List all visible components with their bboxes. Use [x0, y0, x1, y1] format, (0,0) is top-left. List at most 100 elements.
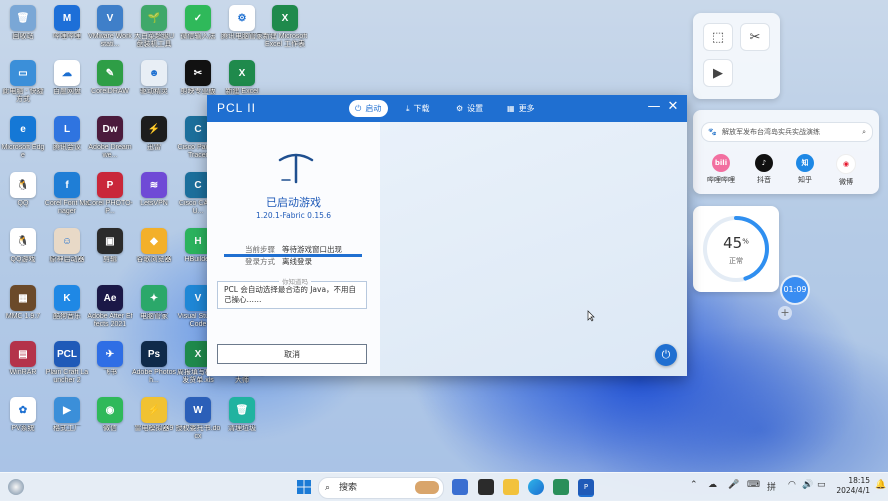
crop-icon[interactable]: ⬚	[703, 23, 733, 51]
desktop-icon[interactable]: ✓ 微信输入法	[175, 3, 221, 57]
battery-icon[interactable]: ▭	[817, 480, 826, 490]
desktop-icon[interactable]: ☺ 原神启动器	[44, 226, 90, 280]
file-explorer-icon[interactable]	[503, 479, 519, 495]
desktop-icon[interactable]: V VMware Workstati...	[87, 3, 133, 57]
app-icon: X	[272, 5, 298, 31]
desktop-icon[interactable]: L 腾讯会议	[44, 114, 90, 168]
desktop-icon-label: 大白菜超级U盘装机工具	[133, 33, 175, 48]
app-weibo[interactable]: ◉ 微博	[828, 154, 864, 187]
desktop-icon[interactable]: 🐧 QQ	[0, 170, 46, 224]
weibo-icon: ◉	[836, 154, 856, 174]
desktop-icon[interactable]: ▣ 剪辑	[87, 226, 133, 280]
wifi-icon[interactable]: ◠	[788, 480, 796, 490]
desktop-icon[interactable]: P Corel PHOTO-P...	[87, 170, 133, 224]
desktop-icon[interactable]: M 哔哩哔哩	[44, 3, 90, 57]
desktop-icon[interactable]: ✈ 飞书	[87, 339, 133, 393]
memory-gauge-widget[interactable]: 45% 正常	[693, 206, 779, 292]
tab-download[interactable]: ⤓ 下载	[400, 100, 437, 117]
desktop-icon-label: 腾讯会议	[53, 144, 81, 151]
desktop-icon[interactable]: 🗑 清理垃圾	[219, 395, 265, 449]
tab-more[interactable]: ▦ 更多	[501, 100, 542, 117]
desktop-icon[interactable]: PCL Plain Craft Launcher 2	[44, 339, 90, 393]
desktop-icon[interactable]: ▶ 格式工厂	[44, 395, 90, 449]
widget-search-input[interactable]: 🐾 解放军发布台湾岛实兵实战演练 ⌕	[701, 122, 873, 142]
desktop-icon[interactable]: ✦ 电脑管家	[131, 283, 177, 337]
desktop-icon[interactable]: 🐧 QQ游戏	[0, 226, 46, 280]
window-title: PCL II	[217, 101, 256, 115]
title-bar[interactable]: PCL II ⏻ 启动 ⤓ 下载 ⚙ 设置 ▦ 更多 — ✕	[207, 95, 687, 122]
taskbar-search[interactable]: ⌕ 搜索	[318, 477, 444, 499]
desktop-icon-label: MMC 1.9.7	[5, 313, 41, 320]
desktop-icon[interactable]: ⚙ 腾讯电脑管家	[219, 3, 265, 57]
app-zhihu[interactable]: 知 知乎	[787, 154, 823, 185]
desktop-icon[interactable]: ✿ PV系统	[0, 395, 46, 449]
app-label: 知乎	[798, 176, 812, 184]
desktop-icon[interactable]: ⚡ 雷电模拟器9	[131, 395, 177, 449]
close-button[interactable]: ✕	[665, 99, 681, 114]
desktop-icon-label: Plain Craft Launcher 2	[45, 369, 89, 384]
desktop-icon-label: Corel PHOTO-P...	[87, 200, 133, 215]
desktop-icon[interactable]: ◆ 谷歌浏览器	[131, 226, 177, 280]
app-icon: ☻	[141, 60, 167, 86]
pcl-taskbar-icon[interactable]: P	[578, 479, 594, 497]
record-icon[interactable]: ▶	[703, 59, 733, 87]
pcl-window: PCL II ⏻ 启动 ⤓ 下载 ⚙ 设置 ▦ 更多 — ✕ 已启动游戏 1.20.1-…	[207, 95, 687, 376]
desktop-icon[interactable]: 🗑 回收站	[0, 3, 46, 57]
search-icon[interactable]: ⌕	[862, 123, 866, 141]
desktop-icon[interactable]: K 酷狗音乐	[44, 283, 90, 337]
desktop-icon[interactable]: X 新建 Microsoft Excel 工作表	[262, 3, 308, 57]
desktop-icon[interactable]: Dw Adobe Dreamwe...	[87, 114, 133, 168]
tab-launch[interactable]: ⏻ 启动	[349, 100, 389, 117]
minimize-button[interactable]: —	[646, 99, 662, 114]
power-button[interactable]: ⏻	[655, 344, 677, 366]
store-icon[interactable]	[553, 479, 569, 495]
taskbar-clock[interactable]: 18:15 2024/4/1	[832, 476, 870, 496]
desktop-icon-label: WinRAR	[9, 369, 37, 376]
desktop-icon[interactable]: ⚡ 迅雷	[131, 114, 177, 168]
edge-icon[interactable]	[528, 479, 544, 495]
desktop-icon-label: 微信	[103, 425, 117, 432]
ime-indicator[interactable]: 拼	[767, 480, 776, 493]
desktop-icon-label: 飞书	[103, 369, 117, 376]
start-button[interactable]	[296, 479, 312, 495]
chevron-up-icon[interactable]: ⌃	[690, 480, 698, 490]
app-icon: 🐧	[10, 172, 36, 198]
cloud-icon[interactable]: ☁	[708, 480, 717, 490]
desktop-icon[interactable]: ☻ 驱动精灵	[131, 58, 177, 112]
desktop-icon[interactable]: W 授权委托书.docx	[175, 395, 221, 449]
desktop-icon[interactable]: Ps Adobe Photosh...	[131, 339, 177, 393]
app-douyin[interactable]: ♪ 抖音	[746, 154, 782, 185]
power-icon: ⏻	[355, 104, 362, 113]
desktop-icon-label: 迅雷	[147, 144, 161, 151]
app-icon: W	[185, 397, 211, 423]
desktop-icon[interactable]: Ae Adobe After Effects 2021	[87, 283, 133, 337]
keyboard-icon[interactable]: ⌨	[747, 480, 760, 490]
desktop-icon[interactable]: ☁ 百度网盘	[44, 58, 90, 112]
task-view-icon[interactable]	[452, 479, 468, 495]
notification-icon[interactable]: 🔔	[875, 480, 886, 490]
desktop-icon[interactable]: ≋ LetsVPN	[131, 170, 177, 224]
desktop-icon[interactable]: ✎ CorelDRAW	[87, 58, 133, 112]
add-widget-icon[interactable]: +	[778, 306, 792, 320]
cancel-button[interactable]: 取消	[217, 344, 367, 364]
app-bilibili[interactable]: bili 哔哩哔哩	[703, 154, 739, 185]
tab-label: 启动	[365, 104, 382, 113]
desktop-icon[interactable]: f Corel Font Manager	[44, 170, 90, 224]
desktop-icon[interactable]: ▦ MMC 1.9.7	[0, 283, 46, 337]
weather-icon[interactable]	[8, 479, 24, 495]
volume-icon[interactable]: 🔊	[802, 480, 813, 490]
desktop-icon[interactable]: ◉ 微信	[87, 395, 133, 449]
app-icon: ▤	[10, 341, 36, 367]
clock-bubble[interactable]: 01:09	[782, 277, 808, 303]
mic-icon[interactable]: 🎤	[728, 480, 739, 490]
scissors-icon[interactable]: ✂	[740, 23, 770, 51]
desktop-icon[interactable]: ▤ WinRAR	[0, 339, 46, 393]
widgets-icon[interactable]	[478, 479, 494, 495]
desktop-icon[interactable]: 🌱 大白菜超级U盘装机工具	[131, 3, 177, 57]
app-icon: ✎	[97, 60, 123, 86]
app-icon: ✂	[185, 60, 211, 86]
desktop-icon[interactable]: ▭ 此电脑 - 快捷方式	[0, 58, 46, 112]
search-placeholder: 解放军发布台湾岛实兵实战演练	[722, 128, 820, 136]
desktop-icon[interactable]: e Microsoft Edge	[0, 114, 46, 168]
tab-settings[interactable]: ⚙ 设置	[450, 100, 490, 117]
